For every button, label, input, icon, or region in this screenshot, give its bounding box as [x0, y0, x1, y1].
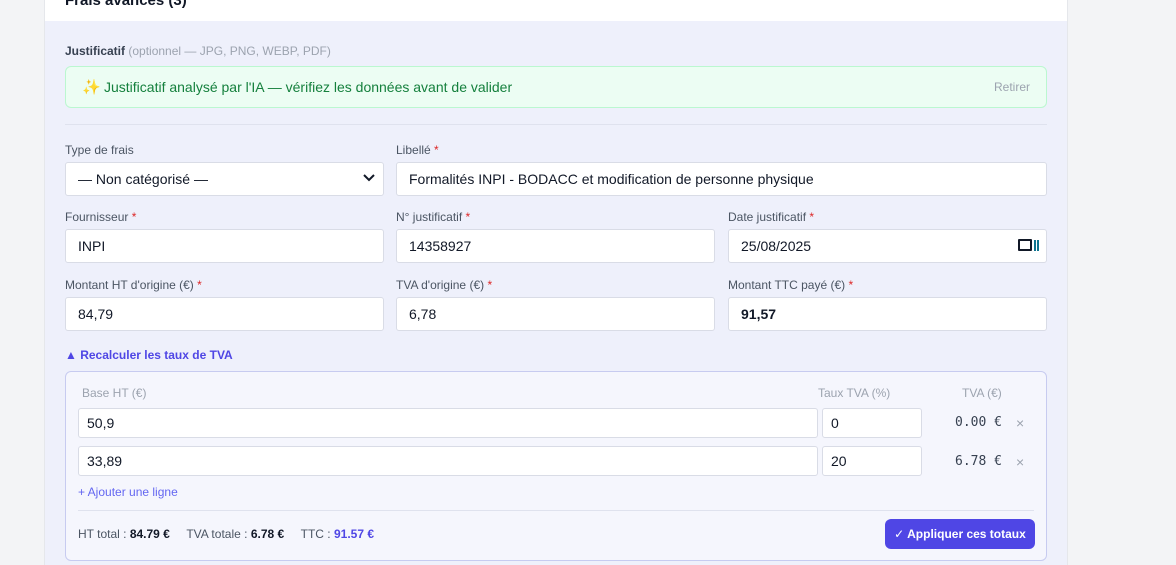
type-frais-select[interactable]: — Non catégorisé —	[65, 162, 384, 196]
type-frais-label: Type de frais	[65, 143, 134, 157]
date-justificatif-label: Date justificatif *	[728, 210, 815, 224]
expenses-card: Frais avancés (3) Justificatif (optionne…	[44, 0, 1068, 565]
vat-divider	[78, 510, 1034, 511]
date-justificatif-input[interactable]: 25/08/2025	[728, 229, 1047, 263]
type-frais-value: — Non catégorisé —	[78, 171, 208, 187]
num-justificatif-input[interactable]: 14358927	[396, 229, 715, 263]
recalculate-vat-toggle[interactable]: ▲ Recalculer les taux de TVA	[65, 348, 233, 362]
tva-input[interactable]: 6,78	[396, 297, 715, 331]
num-justificatif-label: N° justificatif *	[396, 210, 471, 224]
vat-base-input[interactable]: 50,9	[78, 408, 818, 438]
vat-recalc-panel: Base HT (€) Taux TVA (%) TVA (€) 50,9 0 …	[65, 371, 1047, 561]
base-ht-header: Base HT (€)	[82, 386, 147, 400]
apply-totals-button[interactable]: ✓ Appliquer ces totaux	[885, 519, 1035, 549]
calendar-icon[interactable]	[1018, 239, 1040, 253]
vat-base-input[interactable]: 33,89	[78, 446, 818, 476]
montant-ttc-label: Montant TTC payé (€) *	[728, 278, 854, 292]
sparkles-icon: ✨	[82, 79, 101, 96]
vat-totals: HT total : 84.79 € TVA totale : 6.78 € T…	[78, 527, 375, 541]
card-header: Frais avancés (3)	[45, 0, 1067, 21]
add-line-button[interactable]: + Ajouter une ligne	[78, 485, 178, 499]
vat-amount-header: TVA (€)	[962, 386, 1002, 400]
section-divider	[65, 124, 1047, 125]
vat-amount-value: 6.78 €	[955, 454, 1002, 469]
vat-rate-header: Taux TVA (%)	[818, 386, 891, 400]
fournisseur-label: Fournisseur *	[65, 210, 137, 224]
vat-amount-value: 0.00 €	[955, 415, 1002, 430]
chevron-down-icon	[363, 173, 375, 185]
libelle-label: Libellé *	[396, 143, 439, 157]
ai-analysis-message: Justificatif analysé par l'IA — vérifiez…	[104, 79, 513, 95]
fournisseur-input[interactable]: INPI	[65, 229, 384, 263]
expense-edit-panel: Justificatif (optionnel — JPG, PNG, WEBP…	[45, 21, 1067, 565]
close-icon[interactable]: ×	[1016, 454, 1024, 470]
montant-ht-label: Montant HT d'origine (€) *	[65, 278, 202, 292]
card-title: Frais avancés (3)	[65, 0, 187, 9]
vat-rate-input[interactable]: 20	[822, 446, 922, 476]
justificatif-hint: (optionnel — JPG, PNG, WEBP, PDF)	[128, 44, 331, 58]
montant-ttc-input[interactable]: 91,57	[728, 297, 1047, 331]
libelle-input[interactable]: Formalités INPI - BODACC et modification…	[396, 162, 1047, 196]
close-icon[interactable]: ×	[1016, 415, 1024, 431]
montant-ht-input[interactable]: 84,79	[65, 297, 384, 331]
tva-label: TVA d'origine (€) *	[396, 278, 493, 292]
ai-analysis-banner: ✨ Justificatif analysé par l'IA — vérifi…	[65, 66, 1047, 108]
vat-rate-input[interactable]: 0	[822, 408, 922, 438]
remove-justificatif-button[interactable]: Retirer	[994, 80, 1030, 94]
justificatif-label: Justificatif (optionnel — JPG, PNG, WEBP…	[65, 44, 331, 58]
